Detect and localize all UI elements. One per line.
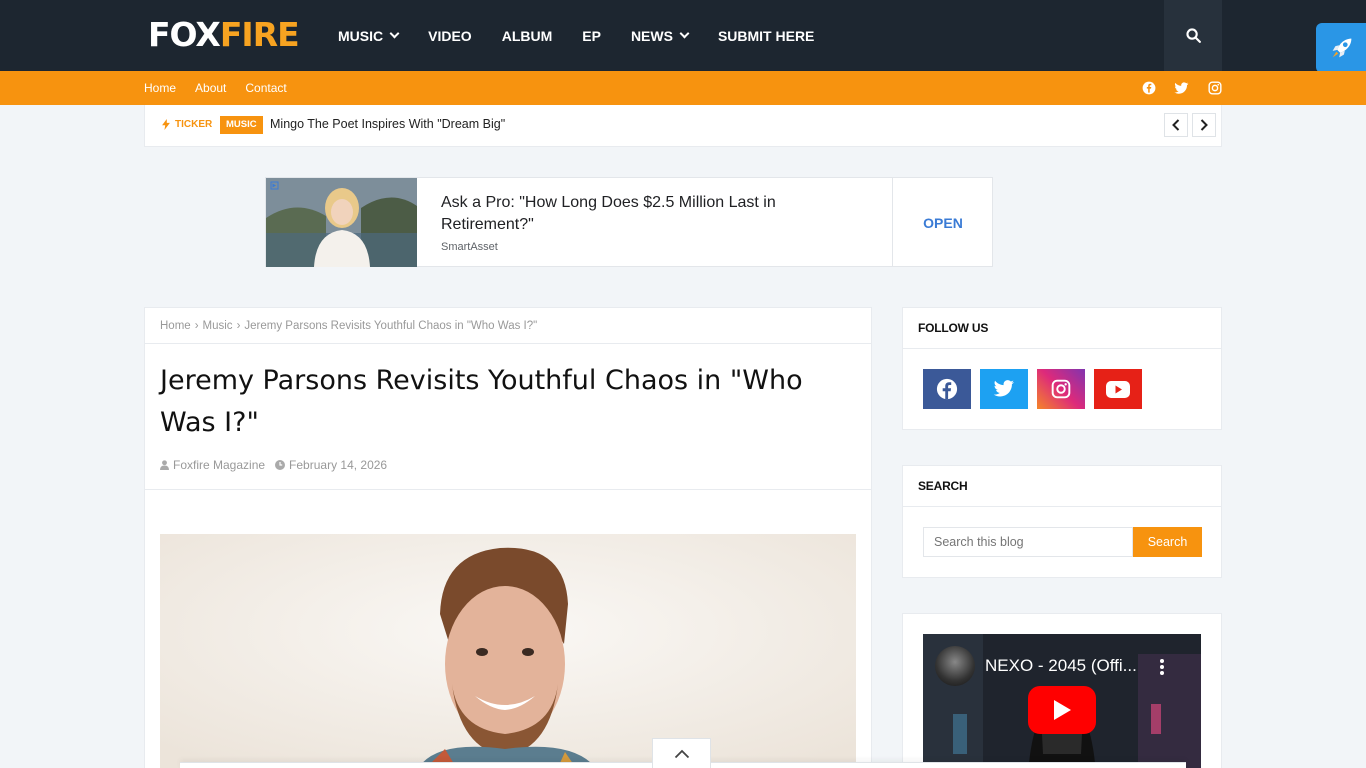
nav-item-news[interactable]: NEWS [630,27,690,44]
post-author-name: Foxfire Magazine [173,458,266,472]
youtube-embed[interactable]: NEXO - 2045 (Offi... [923,634,1201,768]
channel-avatar[interactable] [935,646,975,686]
search-icon [1185,28,1201,43]
youtube-icon[interactable] [1094,369,1142,409]
news-ticker: TICKER MUSIC Mingo The Poet Inspires Wit… [144,105,1222,147]
play-icon [1054,700,1071,720]
logo-part-2: FIRE [219,14,300,54]
widget-title: SEARCH [903,466,1221,507]
clock-icon [275,460,286,470]
header-search-button[interactable] [1164,0,1222,71]
chevron-up-icon [674,749,689,758]
breadcrumb: Home › Music › Jeremy Parsons Revisits Y… [145,308,871,344]
video-play-button[interactable] [1028,686,1096,734]
rocket-launcher-button[interactable] [1316,23,1366,73]
nav-item-album[interactable]: ALBUM [502,28,553,44]
chevron-down-icon [389,28,400,39]
ad-open-button[interactable]: OPEN [893,178,993,267]
ad-image[interactable] [266,178,417,267]
sublink-about[interactable]: About [195,81,226,95]
search-button[interactable]: Search [1133,527,1202,557]
ticker-label-text: TICKER [175,119,213,130]
sublink-home[interactable]: Home [144,81,176,95]
facebook-icon[interactable] [1140,80,1157,97]
post-author[interactable]: Foxfire Magazine [160,458,265,472]
chevron-right-icon [1200,119,1208,131]
ad-source: SmartAsset [441,241,498,253]
post-divider [145,489,871,490]
sublink-contact[interactable]: Contact [245,81,286,95]
main-nav: MUSIC VIDEO ALBUM EP NEWS SUBMIT HERE [338,0,844,71]
nav-label: VIDEO [428,27,472,44]
post-card: Home › Music › Jeremy Parsons Revisits Y… [144,307,872,768]
nav-item-video[interactable]: VIDEO [428,28,472,44]
nav-label: SUBMIT HERE [717,27,815,44]
breadcrumb-separator: › [236,319,241,332]
more-options-icon[interactable] [1159,658,1165,676]
twitter-icon[interactable] [980,369,1028,409]
follow-us-widget: FOLLOW US [902,307,1222,430]
post-featured-image[interactable] [160,534,856,768]
top-navbar: FOX FIRE MUSIC VIDEO ALBUM EP NEWS SUBMIT… [0,0,1366,71]
instagram-icon[interactable] [1206,80,1223,97]
instagram-icon[interactable] [1037,369,1085,409]
nav-label: EP [582,27,601,44]
ticker-label: TICKER [162,119,212,130]
widget-title: FOLLOW US [903,308,1221,349]
nav-label: NEWS [630,27,673,44]
ticker-category-badge[interactable]: MUSIC [220,116,263,134]
back-to-top-button[interactable] [652,738,711,768]
rocket-icon [1332,38,1352,58]
follow-icons [923,369,1151,409]
post-meta: Foxfire Magazine February 14, 2026 [160,458,397,472]
ticker-prev-button[interactable] [1164,113,1188,137]
video-title[interactable]: NEXO - 2045 (Offi... [985,656,1137,676]
chevron-left-icon [1172,119,1180,131]
search-widget: SEARCH Search [902,465,1222,578]
user-icon [160,460,169,470]
ticker-next-button[interactable] [1192,113,1216,137]
search-input[interactable] [923,527,1133,557]
header-social-links [1140,71,1239,105]
nav-item-music[interactable]: MUSIC [338,27,400,44]
logo-part-1: FOX [148,14,221,54]
nav-label: MUSIC [338,27,384,44]
chevron-down-icon [679,28,690,39]
twitter-icon[interactable] [1173,80,1190,97]
site-logo[interactable]: FOX FIRE [148,14,300,54]
search-form: Search [923,527,1202,557]
nav-label: ALBUM [501,27,553,44]
bolt-icon [162,119,170,130]
advertisement-banner[interactable]: Ask a Pro: "How Long Does $2.5 Million L… [265,177,993,267]
post-date: February 14, 2026 [275,458,387,472]
breadcrumb-separator: › [194,319,199,332]
page-title: Jeremy Parsons Revisits Youthful Chaos i… [160,365,803,438]
breadcrumb-category[interactable]: Music [203,320,233,332]
facebook-icon[interactable] [923,369,971,409]
nav-item-submit-here[interactable]: SUBMIT HERE [718,28,814,44]
ad-title[interactable]: Ask a Pro: "How Long Does $2.5 Million L… [441,192,821,236]
post-date-text: February 14, 2026 [289,458,388,472]
ticker-headline[interactable]: Mingo The Poet Inspires With "Dream Big" [270,117,505,131]
nav-item-ep[interactable]: EP [582,28,601,44]
secondary-bar: Home About Contact [0,71,1366,105]
video-widget: NEXO - 2045 (Offi... [902,613,1222,768]
secondary-links: Home About Contact [144,71,306,105]
breadcrumb-current: Jeremy Parsons Revisits Youthful Chaos i… [244,319,538,332]
breadcrumb-home[interactable]: Home [160,320,191,332]
